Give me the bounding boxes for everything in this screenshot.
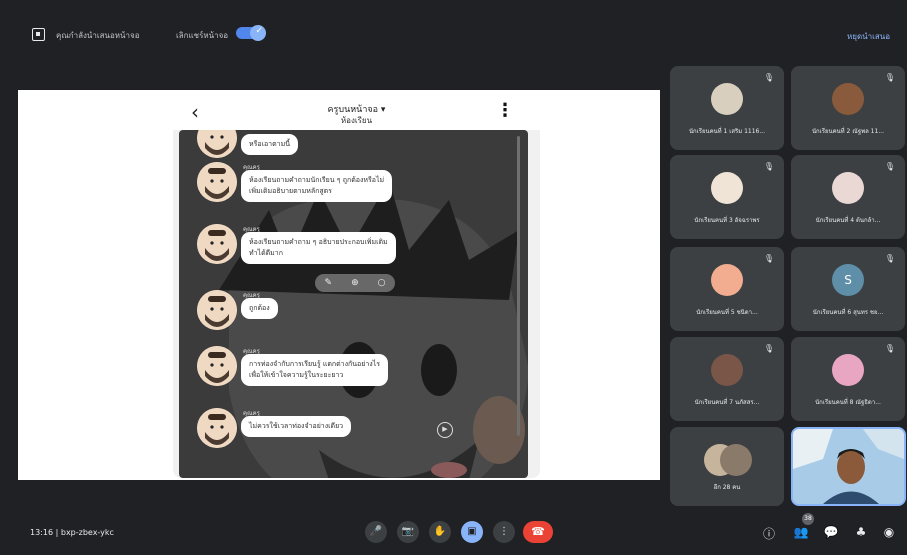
more-options-icon[interactable]: ⋮ (496, 100, 514, 121)
mic-off-icon: 🎙 (884, 162, 895, 171)
sender-avatar (197, 408, 237, 448)
present-screen-icon (32, 28, 45, 41)
mic-off-icon: 🎙 (763, 162, 774, 171)
participant-avatar (832, 172, 864, 204)
circle-icon[interactable]: ○ (378, 278, 386, 288)
participant-name: นักเรียนคนที่ 2 ณัฐพล 11... (811, 128, 885, 135)
message-text: ทำได้ดีมาก (249, 249, 283, 257)
participant-name: นักเรียนคนที่ 1 เสริม 1116... (688, 128, 766, 135)
message-bubble: การท่องจำกับการเรียนรู้ แตกต่างกันอย่างไ… (241, 354, 388, 386)
participant-name: นักเรียนคนที่ 5 ชนิดา... (696, 309, 758, 316)
shared-screen: ‹ ครูบนหน้าจอ ▾ ห้องเรียน ⋮ หรือเอาตามนี… (18, 90, 660, 480)
participant-name: นักเรียนคนที่ 4 ต้นกล้า... (815, 217, 881, 224)
sender-avatar (197, 162, 237, 202)
presenting-label: คุณกำลังนำเสนอหน้าจอ (56, 31, 140, 40)
mic-off-icon: 🎙 (763, 254, 774, 263)
participant-avatar (711, 172, 743, 204)
message-text: เพิ่มเติมอธิบายตามหลักสูตร (249, 187, 332, 195)
activities-icon[interactable]: ♣ (852, 525, 870, 539)
message-text: ห้องเรียนถามคำถามนักเรียน ๆ ถูกต้องหรือไ… (249, 176, 385, 184)
participant-tile[interactable]: 🎙 นักเรียนคนที่ 8 ณัฐธิดา... (791, 337, 905, 421)
mic-off-icon: 🎙 (763, 73, 774, 82)
sender-avatar (197, 290, 237, 330)
message-bubble: ไม่ควรใช้เวลาท่องจำอย่างเดียว (241, 416, 352, 437)
participant-name: นักเรียนคนที่ 8 ณัฐธิดา... (815, 399, 881, 406)
participant-name: นักเรียนคนที่ 3 อัจฉราพร (694, 217, 760, 224)
clock-time: 13:16 (30, 528, 54, 537)
meeting-details-icon[interactable]: ⓘ (760, 525, 778, 542)
more-options-button[interactable]: ⋮ (493, 521, 515, 543)
leave-call-button[interactable]: ☎ (523, 521, 553, 543)
message-text: เพื่อให้เข้าใจความรู้ในระยะยาว (249, 371, 344, 379)
play-icon[interactable]: ▶ (437, 422, 453, 438)
participant-avatar (720, 444, 752, 476)
people-icon[interactable]: 👥 (792, 525, 810, 539)
others-count-label: อีก 28 คน (713, 484, 741, 491)
message-text: หรือเอาตามนี้ (249, 140, 290, 148)
message-bubble: ห้องเรียนถามคำถามนักเรียน ๆ ถูกต้องหรือไ… (241, 170, 393, 202)
sender-avatar (197, 346, 237, 386)
chat-subtitle: ห้องเรียน (340, 116, 373, 125)
message-text: การท่องจำกับการเรียนรู้ แตกต่างกันอย่างไ… (249, 360, 380, 368)
mic-off-icon: 🎙 (884, 254, 895, 263)
participant-tile[interactable]: 🎙 นักเรียนคนที่ 7 นภัสสร... (670, 337, 784, 421)
chat-scrollbar[interactable] (517, 136, 520, 436)
check-icon: ✓ (255, 26, 263, 36)
participant-name: นักเรียนคนที่ 6 สุนทร ชย... (812, 309, 884, 316)
mic-button[interactable]: 🎤 (365, 521, 387, 543)
presenting-bar: คุณกำลังนำเสนอหน้าจอ เลิกแชร์หน้าจอ ✓ หย… (0, 0, 907, 62)
message-bubble: ห้องเรียนถามคำถาม ๆ อธิบายประกอบเพิ่มเติ… (241, 232, 396, 264)
participant-tile[interactable]: 🎙 S นักเรียนคนที่ 6 สุนทร ชย... (791, 247, 905, 331)
meeting-code: bxp-zbex-ykc (60, 528, 114, 537)
chat-header: ‹ ครูบนหน้าจอ ▾ ห้องเรียน ⋮ (173, 94, 540, 130)
info-separator: | (55, 528, 59, 537)
chat-icon[interactable]: 💬 (822, 525, 840, 539)
message-text: ห้องเรียนถามคำถาม ๆ อธิบายประกอบเพิ่มเติ… (249, 238, 388, 246)
chat-area[interactable]: หรือเอาตามนี้ คุณครู ห้องเรียนถามคำถามนั… (179, 130, 528, 478)
participant-tile[interactable]: 🎙 นักเรียนคนที่ 2 ณัฐพล 11... (791, 66, 905, 150)
message-text: ไม่ควรใช้เวลาท่องจำอย่างเดียว (249, 422, 344, 430)
people-count-badge: 38 (802, 513, 814, 525)
camera-button[interactable]: 📷 (397, 521, 419, 543)
chat-app-window: ‹ ครูบนหน้าจอ ▾ ห้องเรียน ⋮ หรือเอาตามนี… (173, 94, 540, 478)
present-button[interactable]: ▣ (461, 521, 483, 543)
participant-avatar (711, 83, 743, 115)
self-video (793, 429, 904, 504)
message-text: ถูกต้อง (249, 304, 270, 312)
floating-toolbar[interactable]: ✎ ⊕ ○ (315, 274, 395, 292)
message-bubble: หรือเอาตามนี้ (241, 134, 298, 155)
self-view-tile[interactable] (791, 427, 906, 506)
participant-avatar: S (832, 264, 864, 296)
participant-name: นักเรียนคนที่ 7 นภัสสร... (694, 399, 760, 406)
participant-avatar (711, 264, 743, 296)
sender-avatar (197, 130, 237, 158)
raise-hand-button[interactable]: ✋ (429, 521, 451, 543)
participant-avatar (711, 354, 743, 386)
show-preview-label: เลิกแชร์หน้าจอ (176, 31, 229, 40)
others-tile[interactable]: อีก 28 คน (670, 427, 784, 506)
participant-avatar (832, 354, 864, 386)
show-preview-toggle[interactable]: ✓ (236, 25, 266, 41)
message-bubble: ถูกต้อง (241, 298, 278, 319)
participant-tile[interactable]: 🎙 นักเรียนคนที่ 5 ชนิดา... (670, 247, 784, 331)
participant-tile[interactable]: 🎙 นักเรียนคนที่ 3 อัจฉราพร (670, 155, 784, 239)
mic-off-icon: 🎙 (884, 344, 895, 353)
stop-presenting-link[interactable]: หยุดนำเสนอ (847, 30, 890, 43)
host-controls-icon[interactable]: ◉ (880, 525, 898, 539)
zoom-icon[interactable]: ⊕ (351, 278, 359, 288)
participant-tile[interactable]: 🎙 นักเรียนคนที่ 1 เสริม 1116... (670, 66, 784, 150)
sender-avatar (197, 224, 237, 264)
mic-off-icon: 🎙 (763, 344, 774, 353)
participant-tile[interactable]: 🎙 นักเรียนคนที่ 4 ต้นกล้า... (791, 155, 905, 239)
participant-avatar (832, 83, 864, 115)
meeting-info: 13:16 | bxp-zbex-ykc (30, 528, 114, 537)
mic-off-icon: 🎙 (884, 73, 895, 82)
pen-icon[interactable]: ✎ (325, 278, 333, 288)
